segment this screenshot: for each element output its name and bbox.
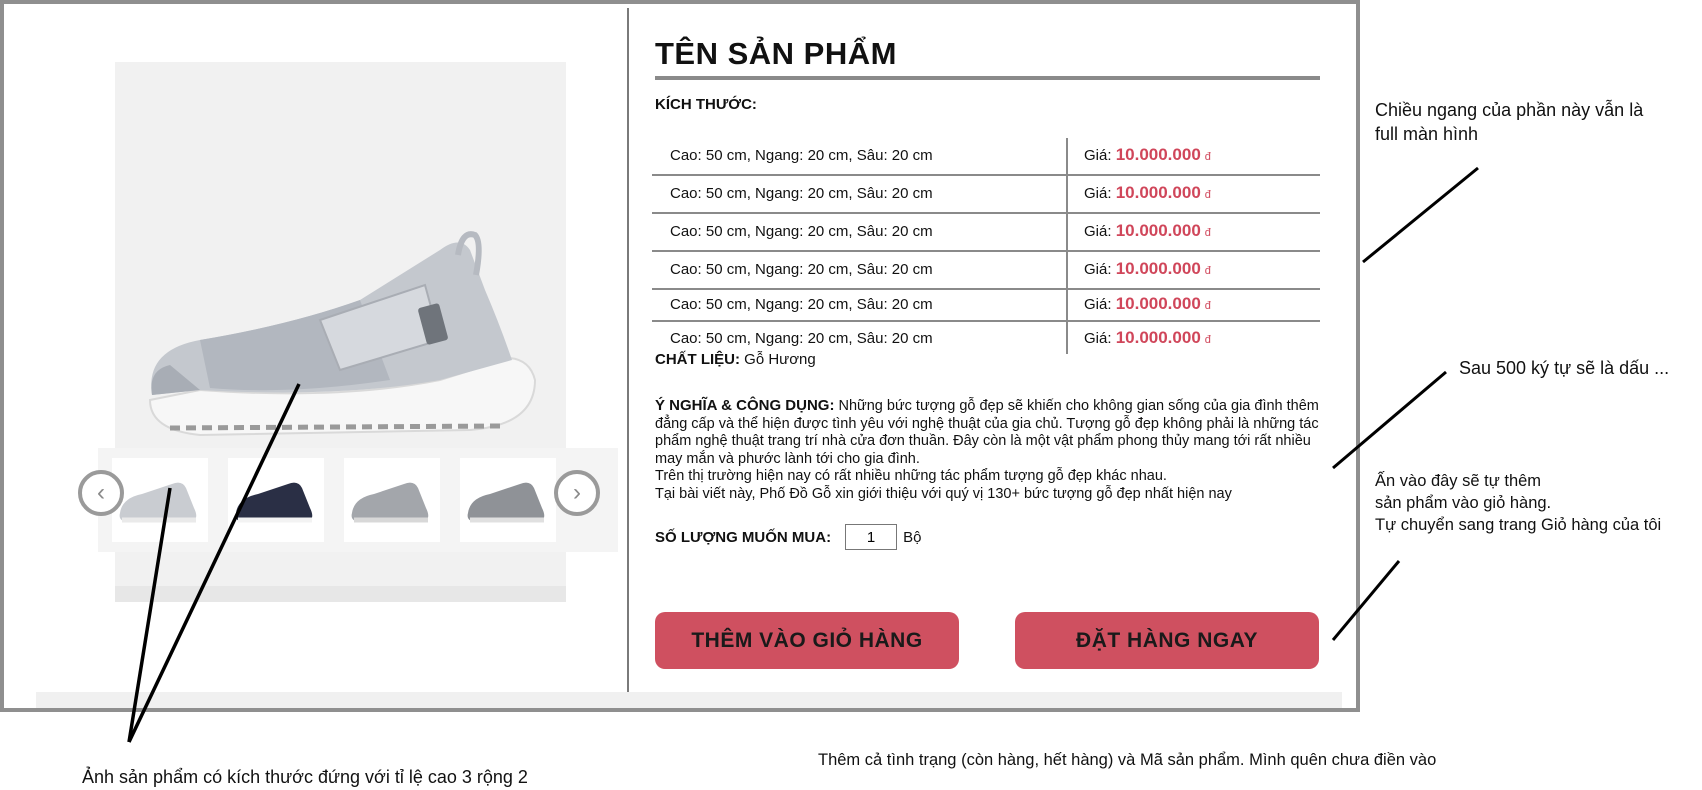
shoe-image	[148, 231, 537, 437]
annotation-line: Tự chuyển sang trang Giỏ hàng của tôi	[1375, 516, 1662, 534]
currency-symbol: đ	[1204, 227, 1211, 239]
annotation-line: sản phẩm vào giỏ hàng.	[1375, 494, 1552, 512]
order-now-button[interactable]: ĐẶT HÀNG NGAY	[1015, 612, 1319, 669]
size-row[interactable]: Cao: 50 cm, Ngang: 20 cm, Sâu: 20 cm Giá…	[652, 252, 1320, 290]
chevron-right-icon: ›	[573, 479, 581, 506]
meaning-label: Ý NGHĨA & CÔNG DỤNG:	[655, 397, 835, 414]
product-title: TÊN SẢN PHẨM	[655, 36, 897, 71]
quantity-label: SỐ LƯỢNG MUỐN MUA:	[655, 528, 832, 546]
price-value: 10.000.000	[1115, 328, 1201, 347]
material-value: Gỗ Hương	[744, 351, 816, 368]
size-price: Giá: 10.000.000 đ	[1084, 183, 1211, 203]
material-label: CHẤT LIỆU:	[655, 351, 740, 368]
size-price: Giá: 10.000.000 đ	[1084, 259, 1211, 279]
quantity-input[interactable]	[845, 524, 898, 550]
annotation-line: Chiều ngang của phần này vẫn là	[1375, 100, 1644, 120]
gallery-prev-button[interactable]: ‹	[78, 470, 124, 516]
annotation-line: Ấn vào đây sẽ tự thêm	[1375, 472, 1542, 490]
currency-symbol: đ	[1204, 151, 1211, 163]
size-separator	[1066, 176, 1068, 212]
annotation-full-width: Chiều ngang của phần này vẫn là full màn…	[1375, 98, 1643, 146]
thumbnail-2[interactable]	[228, 458, 324, 542]
size-row[interactable]: Cao: 50 cm, Ngang: 20 cm, Sâu: 20 cm Giá…	[652, 322, 1320, 354]
price-label: Giá:	[1084, 330, 1112, 347]
image-caption-bar	[115, 586, 566, 602]
size-table: Cao: 50 cm, Ngang: 20 cm, Sâu: 20 cm Giá…	[652, 138, 1320, 354]
price-label: Giá:	[1084, 185, 1112, 202]
size-dimensions: Cao: 50 cm, Ngang: 20 cm, Sâu: 20 cm	[670, 296, 933, 313]
thumbnail-1[interactable]	[112, 458, 208, 542]
description-text: Tại bài viết này, Phố Đồ Gỗ xin giới thi…	[655, 485, 1232, 502]
title-rule	[655, 76, 1320, 80]
size-label: KÍCH THƯỚC:	[655, 96, 757, 113]
column-divider	[627, 8, 629, 696]
annotation-image-ratio: Ảnh sản phẩm có kích thước đứng với tỉ l…	[82, 767, 528, 787]
price-value: 10.000.000	[1115, 183, 1201, 202]
currency-symbol: đ	[1204, 189, 1211, 201]
price-value: 10.000.000	[1115, 221, 1201, 240]
thumbnail-strip	[98, 448, 618, 552]
currency-symbol: đ	[1204, 300, 1211, 312]
currency-symbol: đ	[1204, 265, 1211, 277]
size-separator	[1066, 252, 1068, 288]
price-value: 10.000.000	[1115, 294, 1201, 313]
size-separator	[1066, 214, 1068, 250]
size-row[interactable]: Cao: 50 cm, Ngang: 20 cm, Sâu: 20 cm Giá…	[652, 290, 1320, 322]
price-value: 10.000.000	[1115, 145, 1201, 164]
price-label: Giá:	[1084, 223, 1112, 240]
currency-symbol: đ	[1204, 334, 1211, 346]
size-row[interactable]: Cao: 50 cm, Ngang: 20 cm, Sâu: 20 cm Giá…	[652, 214, 1320, 252]
size-dimensions: Cao: 50 cm, Ngang: 20 cm, Sâu: 20 cm	[670, 223, 933, 240]
thumbnail-4[interactable]	[460, 458, 556, 542]
price-label: Giá:	[1084, 261, 1112, 278]
size-separator	[1066, 138, 1068, 174]
size-row[interactable]: Cao: 50 cm, Ngang: 20 cm, Sâu: 20 cm Giá…	[652, 138, 1320, 176]
size-dimensions: Cao: 50 cm, Ngang: 20 cm, Sâu: 20 cm	[670, 147, 933, 164]
size-price: Giá: 10.000.000 đ	[1084, 221, 1211, 241]
size-price: Giá: 10.000.000 đ	[1084, 328, 1211, 348]
size-price: Giá: 10.000.000 đ	[1084, 145, 1211, 165]
size-separator	[1066, 322, 1068, 354]
size-dimensions: Cao: 50 cm, Ngang: 20 cm, Sâu: 20 cm	[670, 261, 933, 278]
size-separator	[1066, 290, 1068, 320]
chevron-left-icon: ‹	[97, 479, 105, 506]
size-price: Giá: 10.000.000 đ	[1084, 294, 1211, 314]
size-dimensions: Cao: 50 cm, Ngang: 20 cm, Sâu: 20 cm	[670, 185, 933, 202]
description-text: Trên thị trường hiện nay có rất nhiều nh…	[655, 468, 1167, 484]
gallery-next-button[interactable]: ›	[554, 470, 600, 516]
quantity-row: SỐ LƯỢNG MUỐN MUA: Bộ	[655, 524, 921, 550]
thumbnail-3[interactable]	[344, 458, 440, 542]
material: CHẤT LIỆU: Gỗ Hương	[655, 351, 816, 368]
size-dimensions: Cao: 50 cm, Ngang: 20 cm, Sâu: 20 cm	[670, 330, 933, 347]
size-row[interactable]: Cao: 50 cm, Ngang: 20 cm, Sâu: 20 cm Giá…	[652, 176, 1320, 214]
quantity-unit: Bộ	[903, 528, 922, 546]
price-label: Giá:	[1084, 296, 1112, 313]
product-description: Ý NGHĨA & CÔNG DỤNG: Những bức tượng gỗ …	[655, 397, 1325, 503]
annotation-char-limit: Sau 500 ký tự sẽ là dấu ...	[1459, 358, 1670, 378]
annotation-status: Thêm cả tình trạng (còn hàng, hết hàng) …	[818, 751, 1437, 769]
annotation-line: full màn hình	[1375, 124, 1479, 144]
footer-bar	[36, 692, 1342, 708]
price-value: 10.000.000	[1115, 259, 1201, 278]
price-label: Giá:	[1084, 147, 1112, 164]
add-to-cart-button[interactable]: THÊM VÀO GIỎ HÀNG	[655, 612, 959, 669]
annotation-add-to-cart: Ấn vào đây sẽ tự thêm sản phẩm vào giỏ h…	[1375, 470, 1661, 536]
